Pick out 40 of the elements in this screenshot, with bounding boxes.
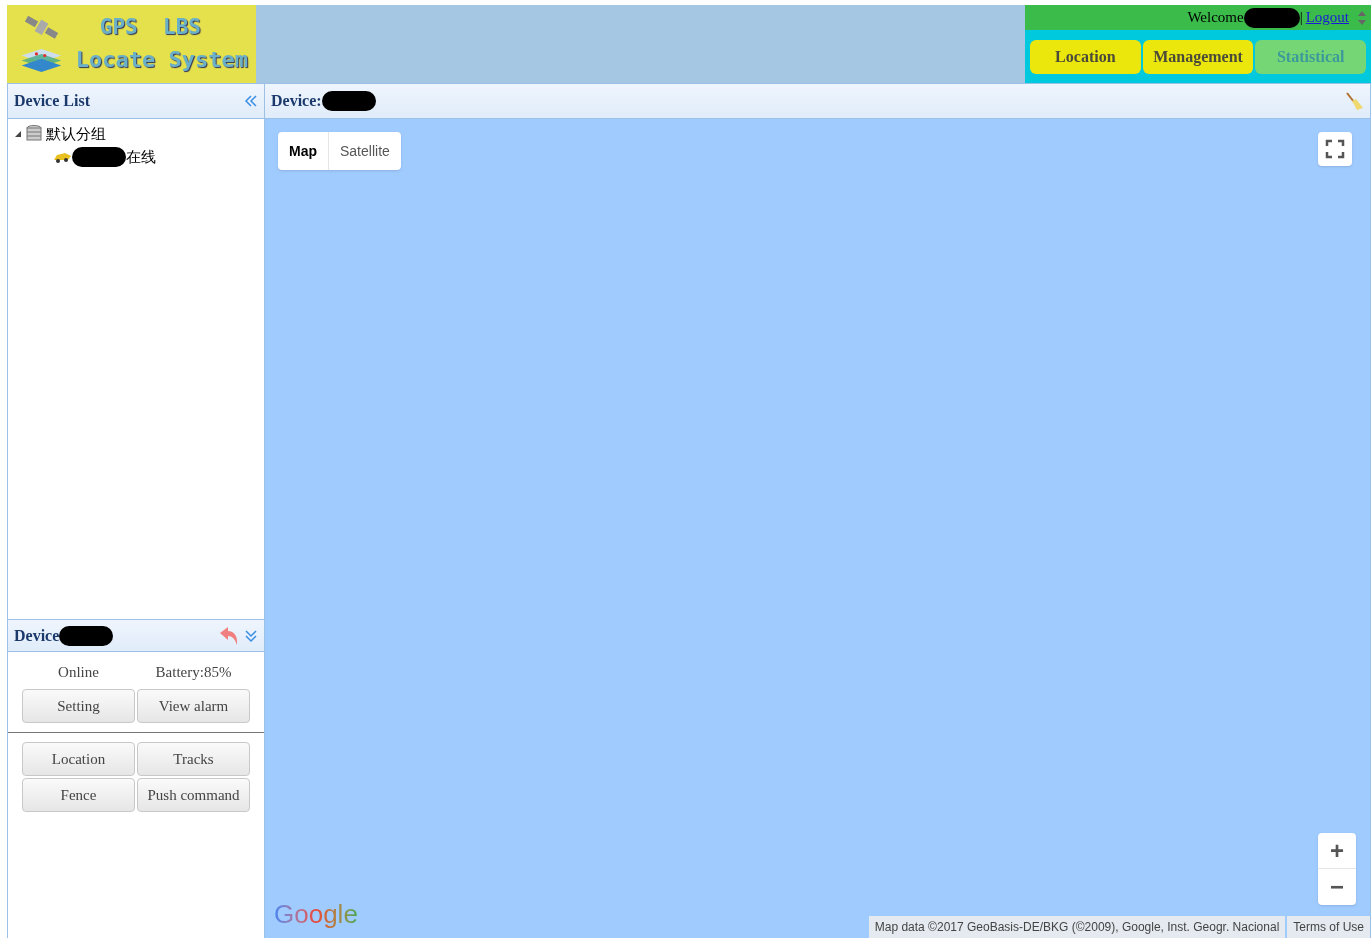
redaction-mark bbox=[72, 147, 126, 167]
map-type-button[interactable]: Satellite bbox=[328, 132, 401, 170]
battery-text: Battery:85% bbox=[154, 662, 233, 682]
collapse-left-icon[interactable] bbox=[244, 94, 258, 108]
map-type-button[interactable]: Map bbox=[278, 132, 328, 170]
car-icon bbox=[52, 151, 72, 163]
panel-button[interactable]: Fence bbox=[22, 778, 135, 812]
separator: | bbox=[1299, 8, 1303, 28]
zoom-out-button[interactable]: − bbox=[1318, 869, 1356, 905]
panel-button[interactable]: Location bbox=[22, 742, 135, 776]
redaction-mark bbox=[321, 91, 376, 111]
expand-down-icon[interactable] bbox=[244, 628, 258, 643]
tree-device-label[interactable]: 在线 bbox=[126, 145, 156, 169]
database-icon bbox=[26, 125, 42, 143]
fullscreen-icon bbox=[1325, 139, 1345, 159]
redaction-mark bbox=[1243, 7, 1300, 28]
tree-group-label[interactable]: 默认分组 bbox=[46, 122, 106, 146]
fullscreen-button[interactable] bbox=[1318, 132, 1352, 166]
panel-button[interactable]: Setting bbox=[22, 689, 135, 723]
welcome-text: Welcome bbox=[1187, 8, 1244, 28]
tree-toggle-icon[interactable] bbox=[14, 130, 22, 138]
map-area[interactable]: Map Satellite + − Google Map data ©2017 GeoBasis-DE/BKG (©2009), Google, Inst. Geogr. Nacional Terms of Use bbox=[265, 119, 1370, 938]
logo-subtitle: Locate System bbox=[75, 46, 248, 75]
undo-arrow-icon[interactable] bbox=[218, 625, 240, 646]
panel-title: Device: bbox=[271, 91, 322, 111]
panel-button[interactable]: View alarm bbox=[137, 689, 250, 723]
panel-title: Device bbox=[14, 625, 60, 646]
nav-tab[interactable]: Management bbox=[1142, 39, 1254, 74]
logout-link[interactable]: Logout bbox=[1305, 6, 1349, 29]
nav-tab[interactable]: Location bbox=[1030, 39, 1141, 74]
panel-button[interactable]: Push command bbox=[137, 778, 250, 812]
map-attribution: Map data ©2017 GeoBasis-DE/BKG (©2009), Google, Inst. Geogr. Nacional bbox=[868, 916, 1286, 938]
panel-title: Device List bbox=[14, 91, 90, 111]
logo-title: GPS LBS bbox=[98, 13, 202, 41]
terms-link[interactable]: Terms of Use bbox=[1287, 916, 1370, 938]
status-text: Online bbox=[57, 662, 100, 682]
redaction-mark bbox=[59, 625, 114, 646]
panel-button[interactable]: Tracks bbox=[137, 742, 250, 776]
broom-icon[interactable] bbox=[1344, 91, 1364, 111]
zoom-in-button[interactable]: + bbox=[1318, 833, 1356, 869]
